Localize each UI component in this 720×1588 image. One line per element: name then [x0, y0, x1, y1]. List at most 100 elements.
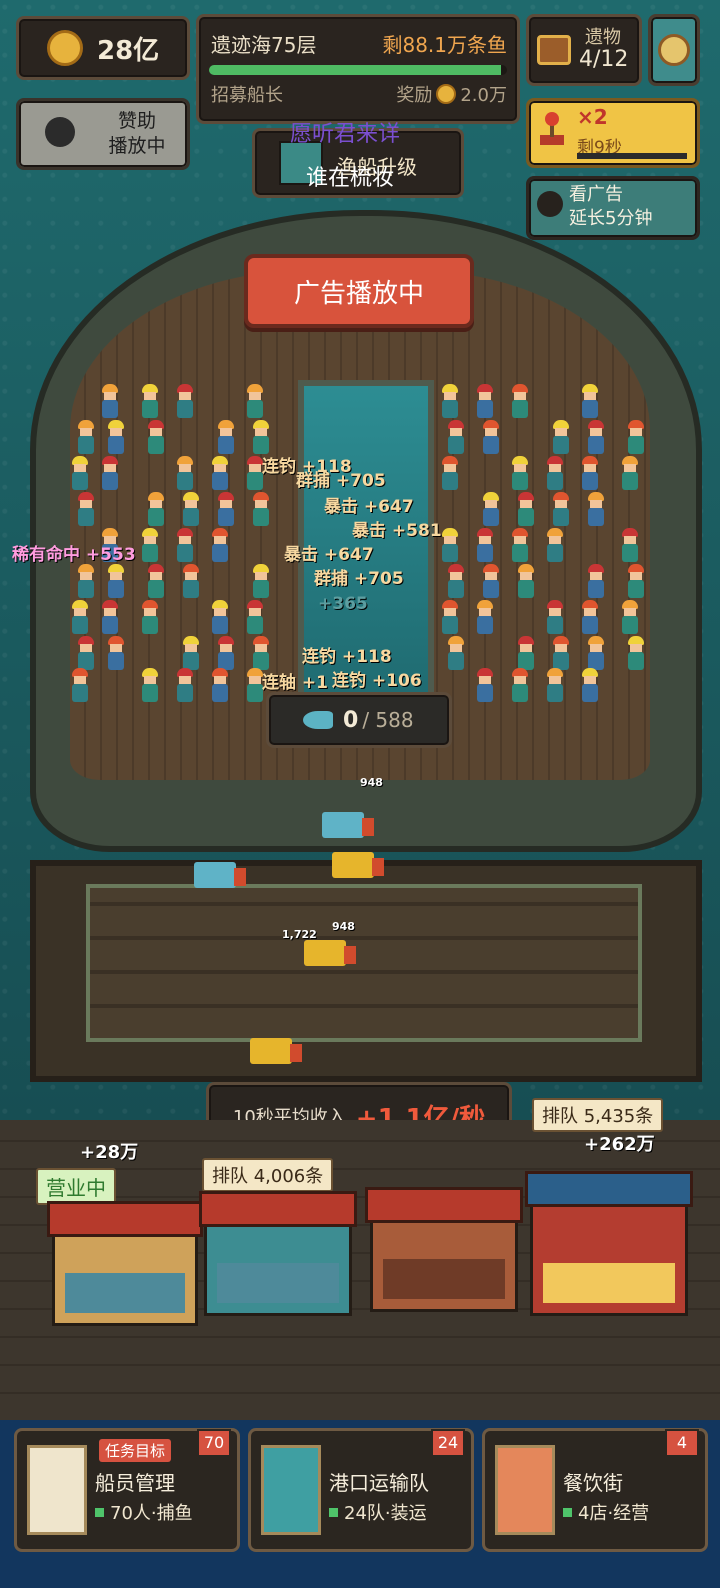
truck-cab	[372, 858, 384, 876]
stage-remaining: 剩88.1万条鱼	[382, 33, 507, 57]
crew-member	[251, 420, 271, 454]
crew-member	[100, 456, 120, 490]
crew-member	[216, 420, 236, 454]
task-target-tag: 任务目标	[99, 1439, 172, 1462]
crew-member	[586, 564, 606, 598]
stage-title: 遗迹海75层	[211, 33, 317, 57]
crew-icon	[27, 1445, 87, 1535]
multiplier-boost[interactable]: ×2 剩9秒	[526, 98, 700, 168]
crew-member	[175, 528, 195, 562]
crew-member	[620, 456, 640, 490]
floating-text: 群捕 +705	[296, 471, 386, 491]
crew-member	[580, 456, 600, 490]
crew-member	[620, 528, 640, 562]
shop-roof	[199, 1191, 357, 1227]
crew-member	[140, 384, 160, 418]
shop-2[interactable]	[199, 1191, 357, 1316]
crew-member	[251, 564, 271, 598]
shop-stall	[543, 1263, 675, 1303]
watch-ad-extend-button[interactable]: 看广告 延长5分钟	[526, 176, 700, 240]
crew-management-card[interactable]: 任务目标 70 船员管理 70人·捕鱼	[14, 1428, 240, 1552]
restaurant-street-card[interactable]: 4 餐饮街 4店·经营	[482, 1428, 708, 1552]
shop4-queue: 排队 5,435条	[532, 1098, 664, 1132]
crew-member	[626, 420, 646, 454]
restaurant-icon	[495, 1445, 555, 1535]
truck[interactable]	[304, 940, 356, 966]
ad-extend-label: 看广告 延长5分钟	[569, 183, 652, 231]
shop-3[interactable]	[365, 1187, 523, 1312]
catch-current: 0	[343, 707, 359, 733]
crew-member	[510, 384, 530, 418]
sponsor-button[interactable]: 赞助 播放中	[16, 98, 190, 170]
compass-icon	[658, 34, 690, 66]
sponsor-line2: 播放中	[108, 135, 166, 157]
floating-text: 连钓 +106	[332, 671, 422, 691]
truck-cab	[290, 1044, 302, 1062]
restaurant-count-badge: 4	[665, 1429, 699, 1457]
crew-member	[106, 636, 126, 670]
stage-panel[interactable]: 遗迹海75层 剩88.1万条鱼 招募船长 奖励 2.0万	[196, 14, 520, 124]
port-transport-card[interactable]: 24 港口运输队 24队·装运	[248, 1428, 474, 1552]
card-title: 餐饮街	[563, 1471, 623, 1495]
play-icon	[45, 117, 75, 147]
card-subtitle-text: 70人·捕鱼	[110, 1503, 193, 1524]
crew-member	[481, 564, 501, 598]
crew-member	[626, 564, 646, 598]
truck[interactable]	[250, 1038, 302, 1064]
reward: 奖励 2.0万	[396, 81, 507, 107]
crew-member	[181, 564, 201, 598]
crew-member	[76, 420, 96, 454]
crew-member	[516, 636, 536, 670]
crew-member	[146, 564, 166, 598]
crew-member	[140, 668, 160, 702]
treasure-chest-icon	[537, 35, 571, 65]
crew-member	[100, 384, 120, 418]
truck[interactable]	[194, 862, 246, 888]
crew-member	[446, 564, 466, 598]
crew-member	[440, 456, 460, 490]
relic-button[interactable]: 遗物 4/12	[526, 14, 642, 86]
shop-stall	[217, 1263, 339, 1303]
coin-icon	[436, 84, 457, 104]
ad-playing-banner[interactable]: 广告播放中	[244, 254, 474, 328]
truck[interactable]	[322, 812, 374, 838]
card-subtitle-text: 4店·经营	[578, 1503, 650, 1524]
crew-member	[106, 420, 126, 454]
shop-4[interactable]	[525, 1171, 693, 1316]
floating-text: 连轴 +1	[262, 673, 328, 693]
coin-icon	[47, 30, 83, 66]
multiplier-timer-bar	[577, 153, 687, 159]
compass-button[interactable]	[648, 14, 700, 86]
crew-member	[475, 384, 495, 418]
card-title: 港口运输队	[329, 1471, 429, 1495]
crew-member	[586, 636, 606, 670]
crew-member	[245, 600, 265, 634]
crew-member	[545, 456, 565, 490]
sponsor-line1: 赞助	[117, 110, 156, 132]
transport-count-badge: 24	[431, 1429, 465, 1457]
crew-member	[106, 564, 126, 598]
shop1-status: 营业中	[36, 1168, 116, 1205]
status-dot	[329, 1507, 338, 1517]
crew-member	[440, 384, 460, 418]
crew-member	[551, 420, 571, 454]
crew-member	[516, 564, 536, 598]
shop-1[interactable]	[47, 1201, 203, 1326]
shop4-income: +262万	[584, 1134, 655, 1155]
card-subtitle: 24队·装运	[329, 1499, 427, 1525]
crew-member	[586, 420, 606, 454]
shop-roof	[525, 1171, 693, 1207]
floating-text: 暴击 +647	[284, 545, 374, 565]
catch-max: / 588	[362, 708, 414, 732]
crew-member	[175, 668, 195, 702]
crew-member	[210, 528, 230, 562]
crew-member	[481, 492, 501, 526]
truck-cab	[362, 818, 374, 836]
crew-member	[146, 420, 166, 454]
floating-text: 暴击 +647	[324, 497, 414, 517]
truck[interactable]	[332, 852, 384, 878]
crew-member	[251, 636, 271, 670]
crew-member	[210, 600, 230, 634]
status-dot	[95, 1507, 104, 1517]
crew-member	[210, 456, 230, 490]
